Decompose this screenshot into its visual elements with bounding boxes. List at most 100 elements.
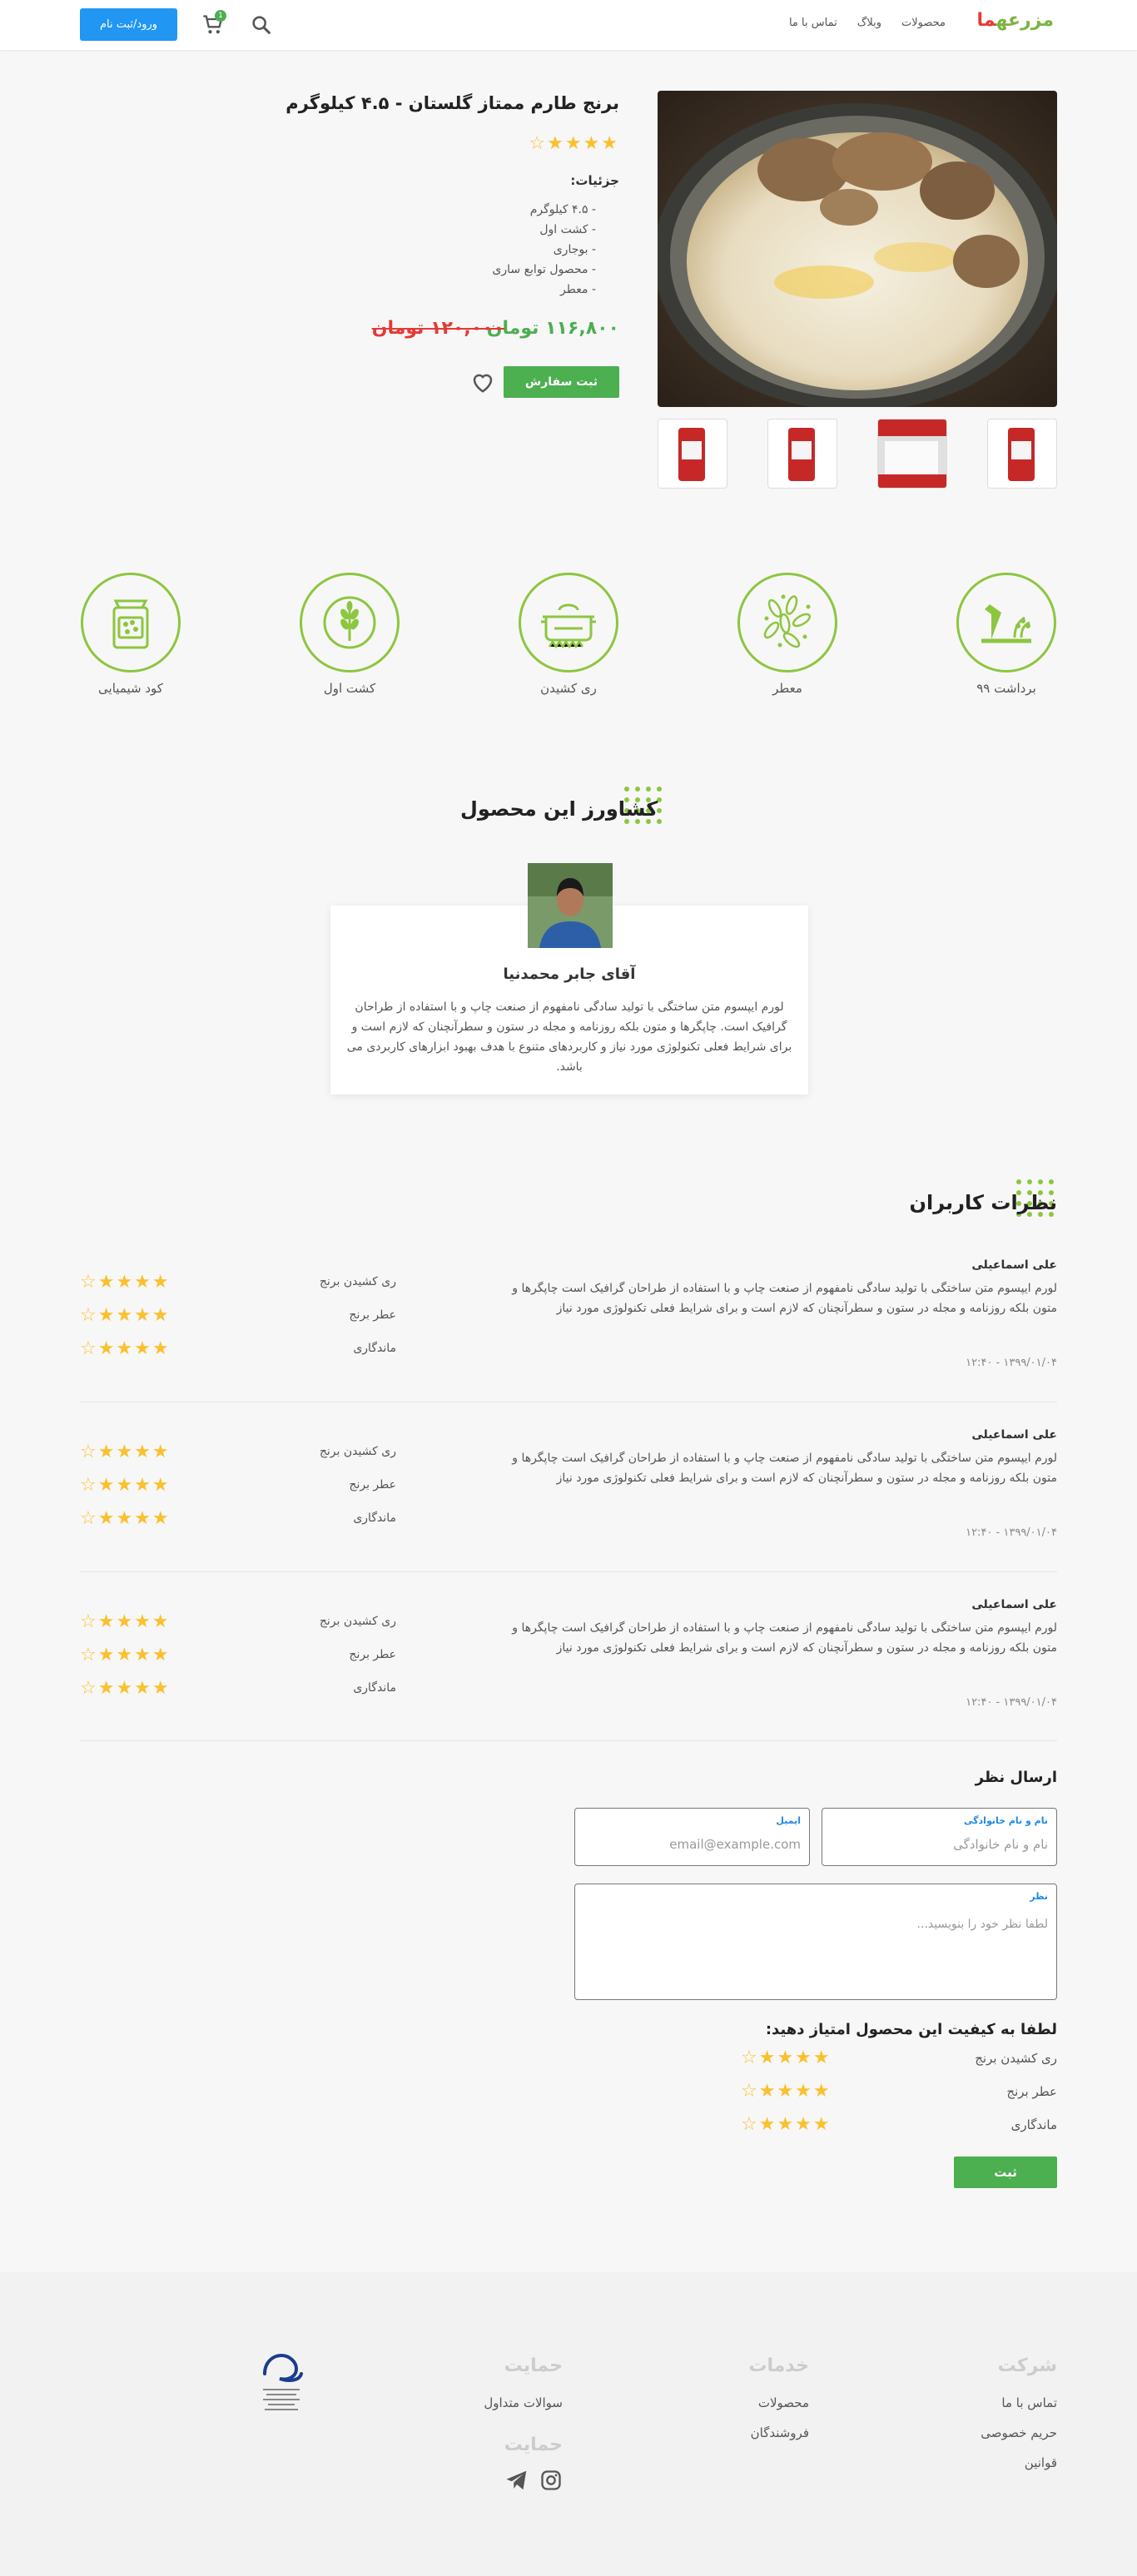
feature-first-crop: کشت اول (299, 573, 400, 696)
review-criterion: ری کشیدن برنج ★★★★☆ (80, 1272, 396, 1297)
fertilizer-bag-icon (81, 573, 181, 673)
detail-item: - ۴.۵ کیلوگرم (529, 203, 596, 216)
rating-stars-input[interactable]: ★★★★☆ (741, 2114, 832, 2135)
feature-harvest: برداشت ۹۹ (956, 573, 1057, 696)
criterion-label: ماندگاری (353, 1342, 396, 1355)
product-thumbnail[interactable] (767, 419, 837, 489)
product-price-discounted: ۱۱۶,۸۰۰ تومان (486, 318, 619, 339)
enamad-trust-badge[interactable] (256, 2349, 306, 2424)
detail-item: - معطر (560, 283, 596, 296)
feature-label: کود شیمیایی (98, 681, 163, 696)
divider (80, 1571, 1057, 1572)
footer-link-sellers[interactable]: فروشندگان (751, 2425, 809, 2440)
footer-link-faq[interactable]: سوالات متداول (484, 2395, 563, 2410)
reviewer-name: علی اسماعیلی (971, 1598, 1057, 1611)
logo-text: مزرعه (995, 10, 1055, 31)
review-date: ۱۳۹۹/۰۱/۰۴ - ۱۲:۴۰ (966, 1696, 1057, 1709)
review-text: لورم ایپسوم متن ساختگی با تولید سادگی نا… (512, 1452, 1057, 1485)
footer-link-privacy[interactable]: حریم خصوصی (981, 2425, 1057, 2440)
review-item: علی اسماعیلی لورم ایپسوم متن ساختگی با ت… (80, 1428, 1057, 1545)
nav-item-products[interactable]: محصولات (901, 17, 946, 29)
harvest-icon (956, 573, 1056, 673)
reviews-section-title: نظرات کاربران (909, 1191, 1057, 1214)
search-icon[interactable] (250, 13, 273, 37)
detail-item: - کشت اول (539, 223, 596, 236)
site-logo[interactable]: مزرعهما (976, 10, 1055, 31)
review-item: علی اسماعیلی لورم ایپسوم متن ساختگی با ت… (80, 1598, 1057, 1715)
review-criterion: عطر برنج ★★★★☆ (80, 1645, 396, 1670)
email-field[interactable]: ایمیل email@example.com (574, 1808, 810, 1866)
review-text: لورم ایپسوم متن ساختگی با تولید سادگی نا… (512, 1621, 1057, 1655)
criterion-stars: ★★★★☆ (80, 1272, 171, 1293)
rating-stars-input[interactable]: ★★★★☆ (741, 2081, 832, 2102)
criterion-stars: ★★★★☆ (80, 1645, 171, 1665)
nav-item-blog[interactable]: وبلاگ (857, 17, 881, 29)
product-rating-stars: ★★★★☆ (529, 133, 619, 154)
farmer-name: آقای جابر محمدنیا (503, 965, 636, 983)
logo-accent-text: ما (976, 10, 996, 31)
detail-item: - بوجاری (553, 243, 596, 256)
criterion-label: ری کشیدن برنج (975, 2051, 1057, 2066)
farmer-avatar (528, 863, 613, 948)
feature-label: معطر (772, 681, 802, 696)
footer-link-terms[interactable]: قوانین (1025, 2455, 1057, 2470)
heart-icon[interactable] (470, 370, 495, 394)
footer-company-title: شرکت (997, 2355, 1057, 2376)
footer-link-contact[interactable]: تماس با ما (1001, 2395, 1057, 2410)
login-register-button[interactable]: ورود/ثبت نام (80, 8, 177, 41)
product-thumbnail[interactable] (877, 419, 947, 489)
criterion-label: ماندگاری (353, 1511, 396, 1525)
criterion-stars: ★★★★☆ (80, 1475, 171, 1496)
detail-item: - محصول توابع ساری (492, 263, 596, 276)
cooking-pot-icon (519, 573, 618, 673)
name-field-placeholder: نام و نام خانوادگی (953, 1837, 1048, 1852)
criterion-label: عطر برنج (349, 1648, 396, 1661)
comment-textarea[interactable]: نظر لطفا نظر خود را بنویسید... (574, 1884, 1057, 2000)
product-thumbnail[interactable] (987, 419, 1057, 489)
criterion-label: عطر برنج (1006, 2084, 1057, 2099)
review-text: لورم ایپسوم متن ساختگی با تولید سادگی نا… (512, 1282, 1057, 1315)
review-date: ۱۳۹۹/۰۱/۰۴ - ۱۲:۴۰ (966, 1357, 1057, 1369)
rating-criterion: ماندگاری ★★★★☆ (741, 2114, 1057, 2141)
product-main-image[interactable] (658, 91, 1057, 407)
review-criterion: ری کشیدن برنج ★★★★☆ (80, 1442, 396, 1467)
comment-form-title: ارسال نظر (975, 1769, 1057, 1786)
telegram-icon[interactable] (504, 2469, 529, 2492)
submit-comment-button[interactable]: ثبت (954, 2157, 1057, 2188)
name-field[interactable]: نام و نام خانوادگی نام و نام خانوادگی (822, 1808, 1057, 1866)
product-price-original: ۱۲۰,۰۰۰ تومان (371, 318, 504, 339)
site-footer (0, 2272, 1137, 2576)
nav-item-contact[interactable]: تماس با ما (789, 17, 837, 29)
wheat-icon (300, 573, 400, 673)
criterion-stars: ★★★★☆ (80, 1508, 171, 1529)
reviewer-name: علی اسماعیلی (971, 1428, 1057, 1442)
feature-label: کشت اول (323, 681, 376, 696)
criterion-label: ری کشیدن برنج (319, 1275, 396, 1288)
footer-services-title: خدمات (748, 2355, 809, 2376)
review-criterion: ری کشیدن برنج ★★★★☆ (80, 1611, 396, 1636)
criterion-label: ری کشیدن برنج (319, 1615, 396, 1628)
instagram-icon[interactable] (539, 2469, 563, 2492)
email-field-label: ایمیل (776, 1815, 801, 1826)
farmer-section-title: کشاورز این محصول (460, 797, 658, 821)
review-criterion: عطر برنج ★★★★☆ (80, 1305, 396, 1330)
rice-grains-icon (737, 573, 837, 673)
details-list: - ۴.۵ کیلوگرم - کشت اول - بوجاری - محصول… (492, 200, 596, 300)
criterion-label: ماندگاری (1010, 2117, 1057, 2132)
rating-stars-input[interactable]: ★★★★☆ (741, 2047, 832, 2068)
name-field-label: نام و نام خانوادگی (964, 1815, 1048, 1826)
feature-aromatic: معطر (737, 573, 838, 696)
cart-icon[interactable]: 1 (200, 10, 226, 37)
cart-count-badge: 1 (215, 10, 226, 22)
product-thumbnail[interactable] (658, 419, 727, 489)
feature-label: برداشت ۹۹ (976, 681, 1036, 696)
footer-support-title: حمایت (504, 2355, 563, 2376)
reviewer-name: علی اسماعیلی (971, 1258, 1057, 1272)
footer-link-products[interactable]: محصولات (758, 2395, 809, 2410)
review-criterion: عطر برنج ★★★★☆ (80, 1475, 396, 1500)
divider (80, 1740, 1057, 1741)
criterion-label: عطر برنج (349, 1478, 396, 1491)
order-button[interactable]: ثبت سفارش (504, 366, 619, 398)
feature-steam-cook: ری کشیدن (518, 573, 619, 696)
email-field-placeholder: email@example.com (669, 1837, 801, 1852)
